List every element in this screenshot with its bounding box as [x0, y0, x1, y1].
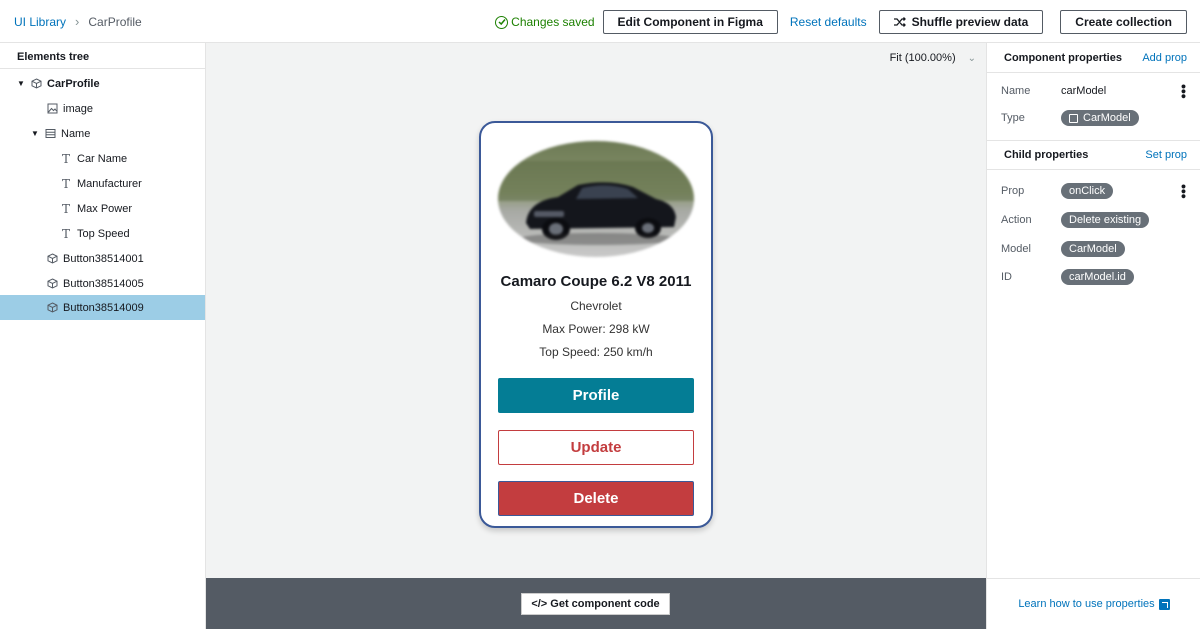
elements-tree-header: Elements tree — [0, 43, 205, 69]
prop-label: Prop — [1001, 185, 1025, 197]
profile-button[interactable]: Profile — [498, 378, 694, 413]
tree-item-button38514005[interactable]: Button38514005 — [0, 271, 205, 296]
tree-item-image[interactable]: image — [0, 96, 205, 121]
tree-item-label: Top Speed — [77, 227, 130, 240]
car-top-speed: Top Speed: 250 km/h — [539, 345, 653, 359]
chevron-down-icon: ⌄ — [967, 52, 976, 64]
prop-value: carModel — [1061, 85, 1107, 97]
action-pill[interactable]: Delete existing — [1061, 212, 1150, 228]
add-prop-button[interactable]: Add prop — [1142, 52, 1187, 64]
child-prop-row-prop: Prop onClick ••• — [1001, 181, 1192, 201]
model-pill[interactable]: CarModel — [1061, 241, 1125, 257]
component-icon — [45, 277, 59, 291]
child-prop-row-id: ID carModel.id — [1001, 267, 1191, 287]
tree-item-label: Manufacturer — [77, 177, 142, 190]
more-options-icon[interactable]: ••• — [1176, 184, 1192, 199]
child-properties-title: Child properties — [1004, 149, 1089, 161]
preview-canvas: Fit (100.00%) ⌄ Camaro Coupe 6.2 V8 2011… — [206, 43, 986, 578]
external-link-icon — [1158, 598, 1170, 610]
tree-item-top-speed[interactable]: T Top Speed — [0, 221, 205, 246]
component-properties-title: Component properties — [1004, 51, 1122, 64]
car-manufacturer: Chevrolet — [570, 299, 622, 313]
changes-saved-label: Changes saved — [511, 15, 595, 29]
breadcrumb-ui-library[interactable]: UI Library — [14, 15, 66, 29]
text-icon: T — [61, 151, 70, 166]
tree-item-carprofile[interactable]: ▼ CarProfile — [0, 71, 205, 96]
delete-button[interactable]: Delete — [498, 481, 694, 516]
breadcrumb: UI Library › CarProfile — [14, 14, 142, 29]
prop-pill[interactable]: onClick — [1061, 183, 1114, 199]
changes-saved-status: Changes saved — [495, 15, 595, 29]
properties-panel: Component properties Add prop Name carMo… — [986, 43, 1200, 629]
tree-item-label: Button38514005 — [63, 277, 144, 290]
check-circle-icon — [495, 15, 509, 29]
image-icon — [45, 102, 59, 116]
prop-label: Name — [1001, 85, 1031, 97]
chevron-right-icon: › — [75, 14, 80, 29]
learn-link-label: Learn how to use properties — [1018, 598, 1155, 610]
car-image — [498, 141, 694, 257]
tree-item-label: Name — [61, 127, 91, 140]
bottom-bar: </> Get component code — [206, 578, 986, 629]
properties-footer: Learn how to use properties — [987, 578, 1200, 629]
list-icon — [43, 127, 57, 141]
caret-down-icon[interactable]: ▼ — [17, 79, 29, 88]
get-component-code-button[interactable]: </> Get component code — [521, 593, 670, 615]
top-actions: Changes saved Edit Component in Figma Re… — [495, 10, 1187, 34]
car-name: Camaro Coupe 6.2 V8 2011 — [500, 273, 692, 290]
component-properties-header: Component properties Add prop — [987, 43, 1200, 73]
create-collection-button[interactable]: Create collection — [1060, 10, 1187, 34]
tree-item-label: image — [63, 102, 93, 115]
set-prop-button[interactable]: Set prop — [1145, 149, 1187, 161]
tree-item-label: Button38514009 — [63, 301, 144, 314]
type-pill[interactable]: CarModel — [1061, 110, 1139, 126]
shuffle-preview-label: Shuffle preview data — [911, 15, 1029, 29]
elements-tree-panel: Elements tree ▼ CarProfile image ▼ Name … — [0, 43, 206, 629]
prop-label: Action — [1001, 214, 1032, 226]
zoom-value: Fit (100.00%) — [889, 52, 956, 64]
shuffle-preview-button[interactable]: Shuffle preview data — [878, 10, 1044, 34]
tree-item-label: Max Power — [77, 202, 133, 215]
prop-label: Type — [1001, 112, 1025, 124]
tree-item-label: Car Name — [77, 152, 128, 165]
prop-row-type: Type CarModel — [1001, 108, 1191, 128]
edit-in-figma-button[interactable]: Edit Component in Figma — [602, 10, 778, 34]
tree-item-car-name[interactable]: T Car Name — [0, 146, 205, 171]
id-pill[interactable]: carModel.id — [1061, 269, 1134, 285]
tree-item-button38514001[interactable]: Button38514001 — [0, 246, 205, 271]
caret-down-icon[interactable]: ▼ — [31, 129, 43, 138]
update-button[interactable]: Update — [498, 430, 694, 465]
car-profile-card: Camaro Coupe 6.2 V8 2011 Chevrolet Max P… — [479, 121, 713, 528]
learn-properties-link[interactable]: Learn how to use properties — [1018, 598, 1170, 610]
model-icon — [1069, 113, 1078, 123]
car-max-power: Max Power: 298 kW — [542, 322, 650, 336]
component-icon — [45, 301, 59, 315]
component-icon — [29, 77, 43, 91]
reset-defaults-button[interactable]: Reset defaults — [790, 15, 867, 29]
prop-row-name: Name carModel ••• — [1001, 81, 1192, 101]
more-options-icon[interactable]: ••• — [1176, 84, 1192, 99]
prop-label: Model — [1001, 243, 1031, 255]
tree-item-label: Button38514001 — [63, 252, 144, 265]
child-prop-row-action: Action Delete existing — [1001, 210, 1191, 230]
shuffle-icon — [893, 17, 906, 27]
tree-item-button38514009[interactable]: Button38514009 — [0, 295, 205, 320]
top-bar: UI Library › CarProfile Changes saved Ed… — [0, 0, 1200, 43]
child-properties-header: Child properties Set prop — [987, 140, 1200, 170]
tree-item-label: CarProfile — [47, 77, 100, 90]
text-icon: T — [61, 226, 70, 241]
component-icon — [45, 252, 59, 266]
zoom-select[interactable]: Fit (100.00%) ⌄ — [890, 52, 976, 64]
breadcrumb-current: CarProfile — [88, 14, 142, 29]
text-icon: T — [61, 201, 70, 216]
text-icon: T — [61, 176, 70, 191]
child-prop-row-model: Model CarModel — [1001, 239, 1191, 259]
prop-label: ID — [1001, 271, 1012, 283]
tree-item-max-power[interactable]: T Max Power — [0, 196, 205, 221]
tree-item-manufacturer[interactable]: T Manufacturer — [0, 171, 205, 196]
type-value: CarModel — [1083, 112, 1131, 124]
tree-item-name[interactable]: ▼ Name — [0, 121, 205, 146]
